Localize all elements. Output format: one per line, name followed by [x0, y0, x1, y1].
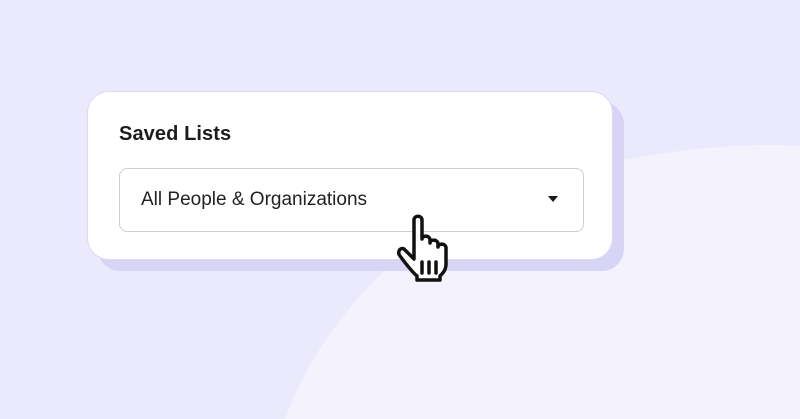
saved-lists-title: Saved Lists: [119, 123, 232, 145]
hand-pointer-icon: [397, 214, 448, 282]
saved-lists-dropdown[interactable]: All People & Organizations: [119, 168, 584, 232]
saved-lists-card: Saved Lists All People & Organizations: [87, 91, 613, 260]
dropdown-selected-value: All People & Organizations: [141, 189, 368, 210]
caret-down-icon: [548, 196, 558, 202]
